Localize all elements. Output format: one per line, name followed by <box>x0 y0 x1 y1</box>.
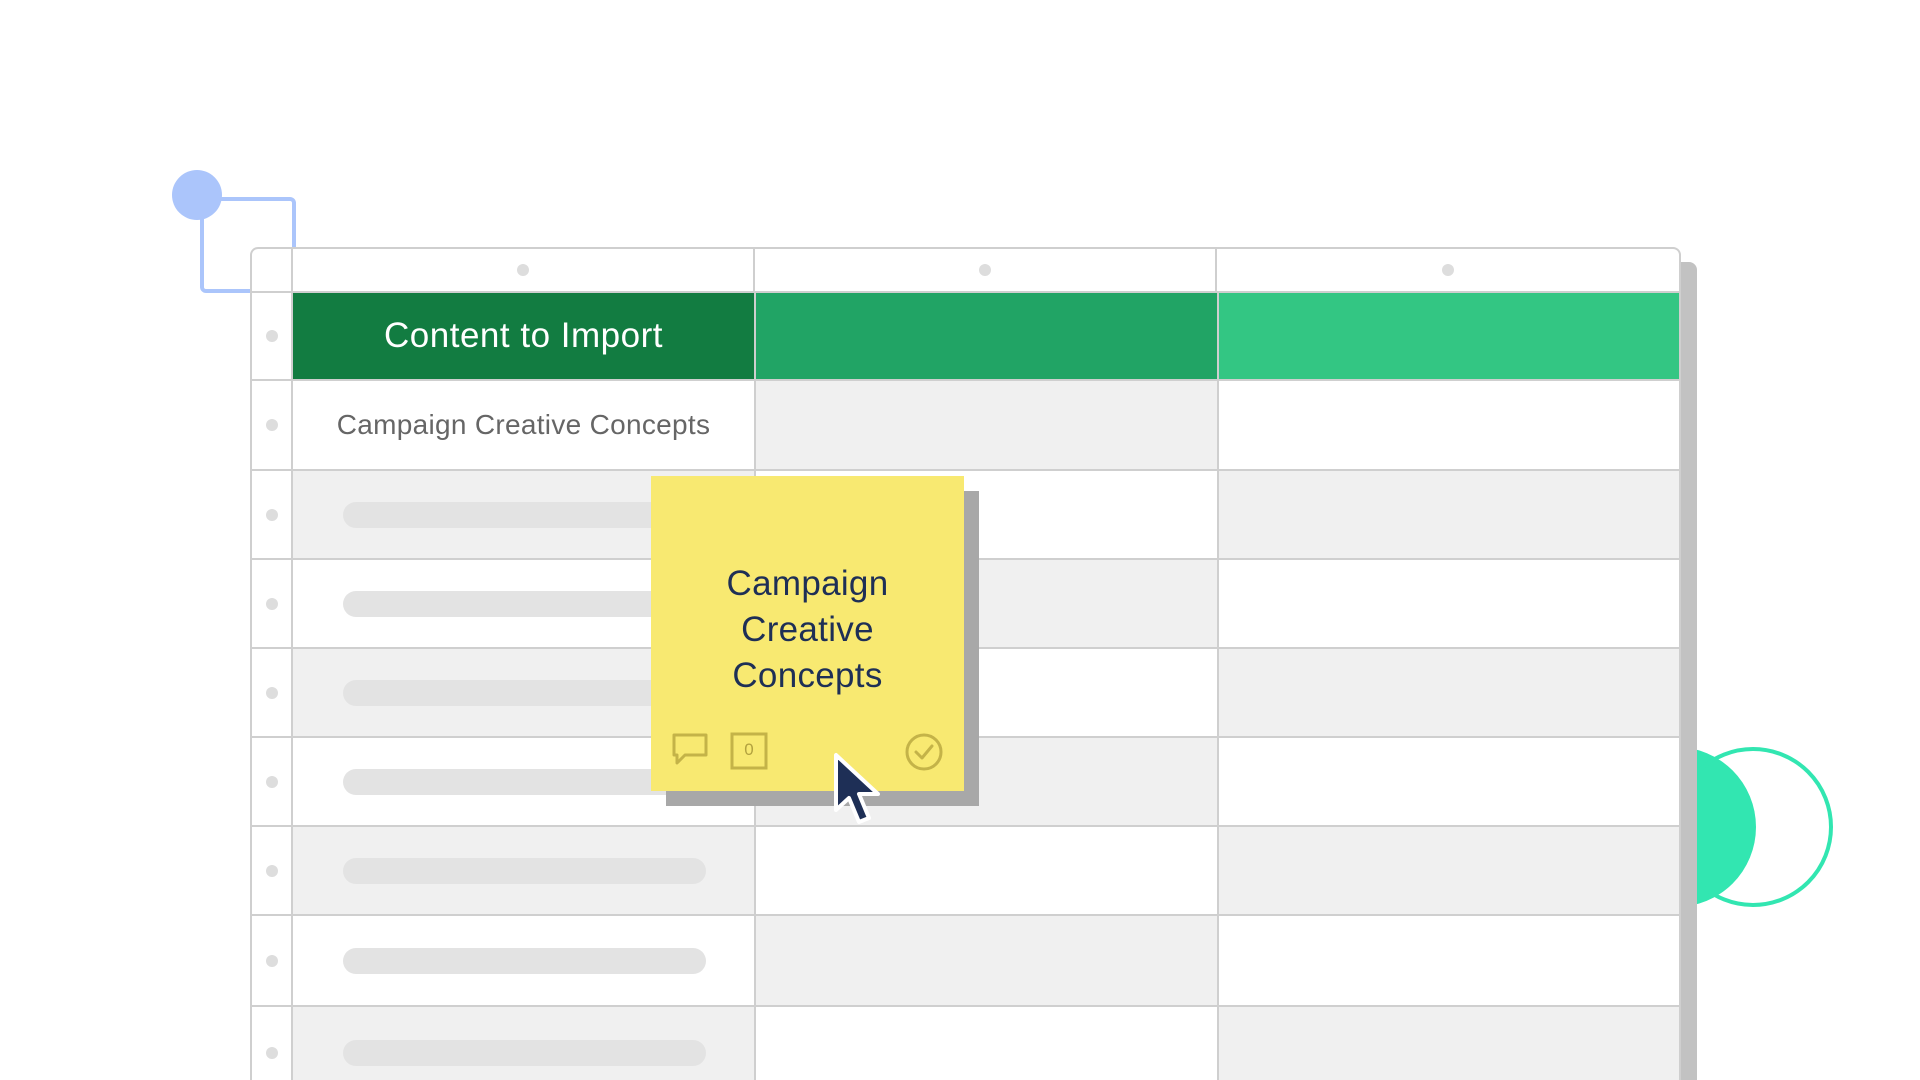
column-header-strip <box>252 249 1679 291</box>
table-cell[interactable] <box>1219 827 1679 914</box>
table-row <box>252 825 1679 914</box>
header-cell-2[interactable] <box>756 293 1219 379</box>
column-header-a[interactable] <box>293 249 755 291</box>
table-cell[interactable] <box>1219 1007 1679 1080</box>
row-number[interactable] <box>252 1007 293 1080</box>
header-cell-label: Content to Import <box>384 316 663 355</box>
sticky-note-card[interactable]: Campaign Creative Concepts 0 <box>651 476 964 791</box>
mouse-pointer-icon <box>832 752 886 833</box>
attachment-count: 0 <box>744 740 754 759</box>
table-cell[interactable] <box>1219 649 1679 736</box>
table-cell[interactable] <box>756 381 1219 469</box>
table-cell[interactable] <box>293 1007 756 1080</box>
comment-icon[interactable] <box>671 732 709 771</box>
green-ring-decoration <box>1673 747 1833 907</box>
header-cell-content-to-import[interactable]: Content to Import <box>293 293 756 379</box>
row-handle-icon[interactable] <box>266 597 278 610</box>
row-handle-icon[interactable] <box>266 775 278 788</box>
row-handle-icon[interactable] <box>266 686 278 699</box>
table-cell[interactable]: Campaign Creative Concepts <box>293 381 756 469</box>
column-handle-icon[interactable] <box>1442 264 1454 276</box>
row-number[interactable] <box>252 381 293 469</box>
connector-dot-decoration <box>172 170 222 220</box>
row-number[interactable] <box>252 827 293 914</box>
corner-cell[interactable] <box>252 249 293 291</box>
placeholder-bar <box>343 1040 706 1066</box>
row-number[interactable] <box>252 293 293 379</box>
cell-text: Campaign Creative Concepts <box>336 409 711 440</box>
table-cell[interactable] <box>756 1007 1219 1080</box>
check-circle-icon[interactable] <box>904 732 944 777</box>
row-number[interactable] <box>252 916 293 1005</box>
table-cell[interactable] <box>293 827 756 914</box>
row-number[interactable] <box>252 649 293 736</box>
table-row <box>252 1005 1679 1080</box>
column-handle-icon[interactable] <box>978 264 991 276</box>
row-handle-icon[interactable] <box>266 954 278 967</box>
stage: Content to Import Campaign Creative Conc… <box>0 0 1920 1080</box>
table-cell[interactable] <box>756 827 1219 914</box>
table-row <box>252 914 1679 1005</box>
table-cell[interactable] <box>1219 471 1679 558</box>
table-cell[interactable] <box>1219 560 1679 647</box>
column-header-b[interactable] <box>755 249 1217 291</box>
row-handle-icon[interactable] <box>266 508 278 521</box>
table-row: Campaign Creative Concepts <box>252 379 1679 469</box>
row-number[interactable] <box>252 560 293 647</box>
header-row: Content to Import <box>252 291 1679 379</box>
table-cell[interactable] <box>1219 381 1679 469</box>
column-header-c[interactable] <box>1217 249 1679 291</box>
row-handle-icon[interactable] <box>266 330 278 342</box>
row-number[interactable] <box>252 738 293 825</box>
header-cell-3[interactable] <box>1219 293 1679 379</box>
table-cell[interactable] <box>1219 738 1679 825</box>
column-handle-icon[interactable] <box>516 264 529 276</box>
table-cell[interactable] <box>1219 916 1679 1005</box>
sticky-note-title: Campaign Creative Concepts <box>726 564 889 695</box>
attachment-count-icon[interactable]: 0 <box>730 732 768 775</box>
row-handle-icon[interactable] <box>266 1047 278 1059</box>
table-cell[interactable] <box>293 916 756 1005</box>
placeholder-bar <box>343 947 706 974</box>
row-number[interactable] <box>252 471 293 558</box>
row-handle-icon[interactable] <box>266 419 278 431</box>
row-handle-icon[interactable] <box>266 864 278 877</box>
table-cell[interactable] <box>756 916 1219 1005</box>
placeholder-bar <box>343 857 706 884</box>
